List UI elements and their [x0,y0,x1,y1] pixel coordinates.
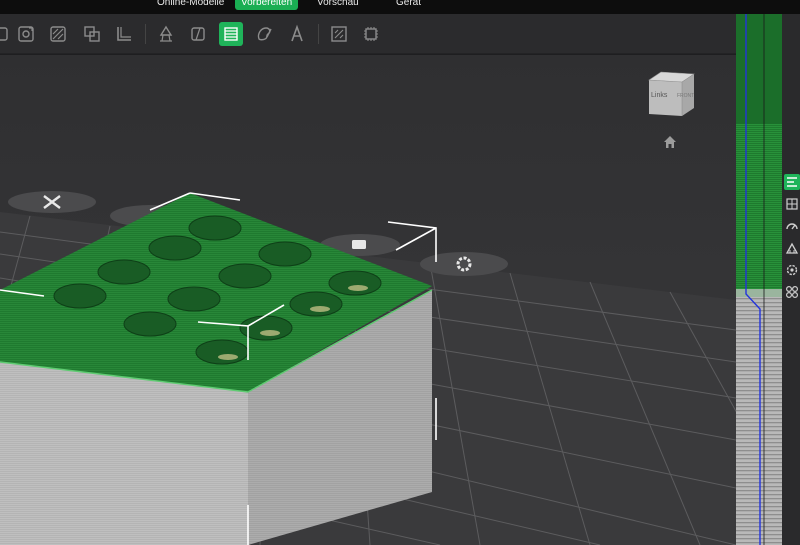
tab-online-models[interactable]: Online-Modelle [151,0,230,10]
color-paint-icon[interactable] [252,22,276,46]
navcube-left-label: Links [651,92,668,99]
layer-preview-strip[interactable] [736,14,782,545]
add-plate-icon[interactable] [0,22,12,46]
seam-icon[interactable] [186,22,210,46]
split-icon[interactable] [80,22,104,46]
layer-slider-icon[interactable] [784,174,800,190]
main-toolbar [0,14,736,54]
text-icon[interactable] [285,22,309,46]
measure-icon[interactable] [327,22,351,46]
orient-icon[interactable] [14,22,38,46]
tab-device[interactable]: Gerät [390,0,427,10]
toolbar-separator [318,24,319,44]
assembly-icon[interactable] [359,22,383,46]
tab-preview[interactable]: Vorschau [311,0,365,10]
build-plate-scene [0,55,736,545]
support-paint-icon[interactable] [154,22,178,46]
right-sidebar [736,14,800,545]
model-front-face [0,362,248,545]
toolbar-separator [145,24,146,44]
slice-layers-icon[interactable] [219,22,243,46]
layout-icon[interactable] [112,22,136,46]
sidebar-icon-column [784,174,800,306]
grid-icon[interactable] [784,196,800,212]
support-icon[interactable] [784,240,800,256]
view-navigation-cube[interactable]: Links FRONT [647,70,695,120]
home-view-icon[interactable] [662,134,678,150]
speed-icon[interactable] [784,218,800,234]
top-tab-bar: Online-Modelle Vorbereiten Vorschau Gerä… [0,0,800,14]
3d-viewport[interactable] [0,55,736,545]
auto-arrange-icon[interactable] [46,22,70,46]
navcube-front-label: FRONT [677,93,695,99]
object-list-icon[interactable] [784,284,800,300]
plate-settings-icon[interactable] [784,262,800,278]
tab-prepare[interactable]: Vorbereiten [235,0,299,10]
